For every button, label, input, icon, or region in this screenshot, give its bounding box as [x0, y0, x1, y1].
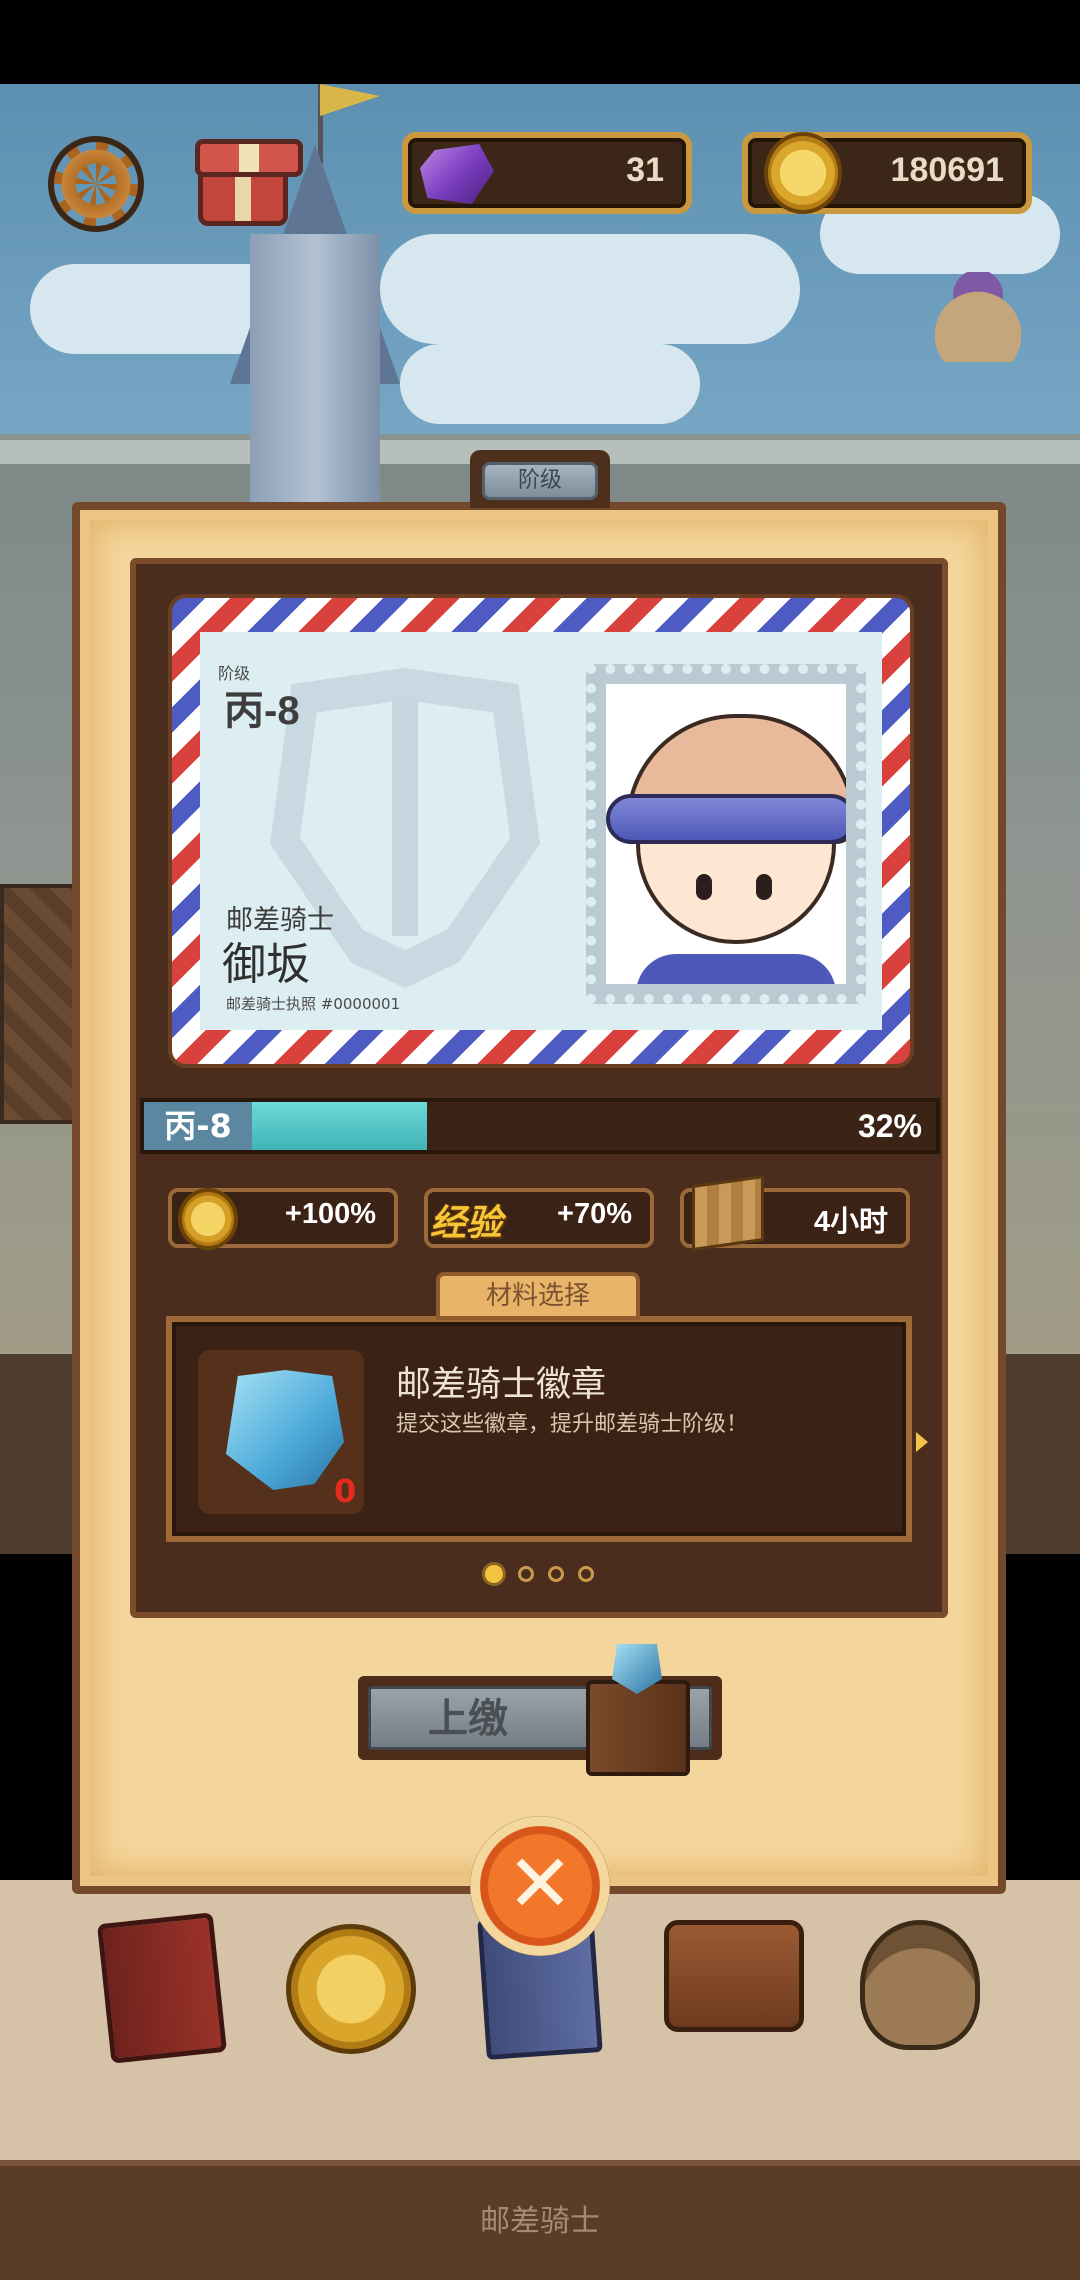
gem-counter[interactable]: 31	[402, 132, 692, 214]
rank-progress-label: 丙-8	[144, 1102, 252, 1150]
panel-tab: 阶级	[470, 450, 610, 508]
material-description: 提交这些徽章，提升邮差骑士阶级！	[396, 1412, 749, 1437]
crate-icon	[692, 1174, 764, 1252]
status-bar	[0, 0, 1080, 84]
bag-icon[interactable]	[932, 272, 1024, 362]
submit-button-label: 上缴	[428, 1696, 508, 1742]
coin-counter[interactable]: 180691	[742, 132, 1032, 214]
bonus-time: 4小时	[680, 1174, 910, 1252]
portrait-eye	[756, 874, 772, 900]
bonus-coin-value: +100%	[284, 1198, 376, 1230]
rank-progress-bar: 丙-8 32%	[140, 1098, 940, 1154]
license-number: 邮差骑士执照 #0000001	[226, 995, 401, 1013]
gem-count: 31	[626, 151, 664, 189]
page-dot[interactable]	[518, 1566, 534, 1582]
bonus-exp: 经验 +70%	[424, 1188, 654, 1248]
submit-box-icon	[586, 1680, 690, 1776]
close-icon: ✕	[506, 1837, 574, 1930]
character-portrait	[606, 684, 846, 984]
coin-count: 180691	[890, 151, 1004, 189]
material-count: 0	[334, 1472, 357, 1510]
material-name: 邮差骑士徽章	[396, 1365, 607, 1405]
sword-emblem	[392, 696, 418, 936]
cloud	[380, 234, 800, 344]
rank-value: 丙-8	[224, 689, 300, 733]
money-sack-icon[interactable]	[860, 1920, 980, 2050]
portrait-body	[636, 954, 836, 984]
bonus-exp-value: +70%	[557, 1198, 632, 1230]
coin-icon	[178, 1188, 238, 1250]
page-indicator	[482, 1562, 602, 1586]
portrait-visor	[606, 794, 846, 844]
gem-icon	[420, 144, 494, 204]
gift-icon[interactable]	[195, 139, 303, 226]
portrait-eye	[696, 874, 712, 900]
bonus-coin: +100%	[168, 1188, 398, 1250]
page-dot[interactable]	[482, 1562, 506, 1586]
page-dot[interactable]	[578, 1566, 594, 1582]
exp-label: 经验	[430, 1203, 503, 1244]
close-button[interactable]: ✕	[470, 1816, 610, 1956]
gear-icon[interactable]	[48, 136, 144, 232]
character-name: 御坂	[222, 939, 310, 990]
page-dot[interactable]	[548, 1566, 564, 1582]
coin-icon	[764, 132, 842, 214]
bonus-time-value: 4小时	[813, 1206, 888, 1238]
crate	[0, 884, 80, 1124]
next-arrow-icon[interactable]	[916, 1432, 928, 1452]
star-coin-icon[interactable]	[286, 1924, 416, 2054]
satchel-icon[interactable]	[664, 1920, 804, 2032]
cloud	[400, 344, 700, 424]
panel-tab-label: 阶级	[482, 462, 598, 500]
book-icon[interactable]	[97, 1912, 227, 2064]
material-tab: 材料选择	[436, 1272, 640, 1320]
rank-progress-percent: 32%	[857, 1108, 922, 1144]
bottom-title: 邮差骑士	[480, 2204, 600, 2239]
